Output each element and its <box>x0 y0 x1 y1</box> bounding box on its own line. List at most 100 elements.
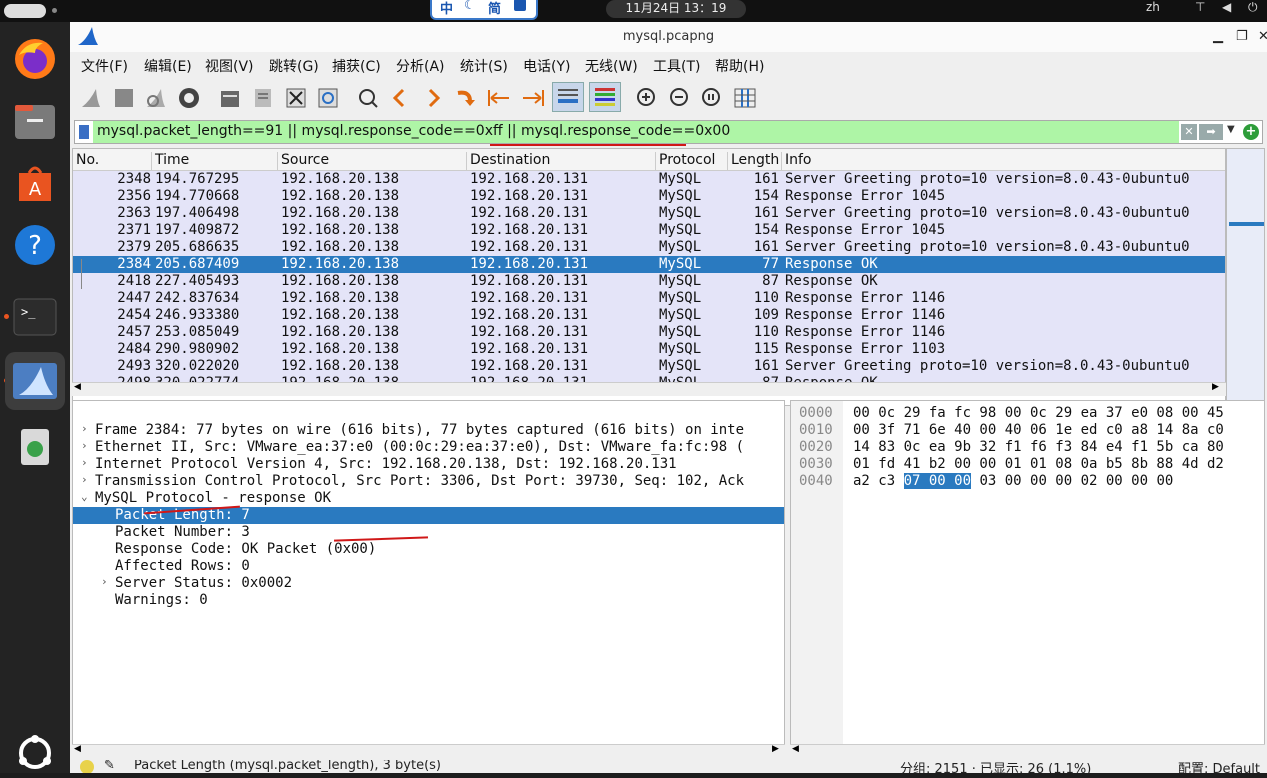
packet-row[interactable]: 2371 197.409872 192.168.20.138 192.168.20.1… <box>73 222 1225 239</box>
hex-bytes[interactable]: 01 fd 41 b2 00 00 01 01 08 0a b5 8b 88 4… <box>853 456 1224 472</box>
menu-view[interactable]: 视图(V) <box>205 56 254 76</box>
tree-expander-icon[interactable]: › <box>81 439 88 452</box>
ime-trash-icon[interactable] <box>514 0 526 11</box>
tree-expander-icon[interactable]: › <box>81 473 88 486</box>
wireshark-icon[interactable] <box>5 352 65 410</box>
hex-bytes[interactable]: a2 c3 07 00 00 03 00 00 00 02 00 00 00 <box>853 473 1173 489</box>
save-file-icon[interactable] <box>249 84 277 112</box>
show-apps-icon[interactable] <box>10 728 60 778</box>
colorize-icon[interactable] <box>589 82 621 112</box>
packet-row[interactable]: 2356 194.770668 192.168.20.138 192.168.20.1… <box>73 188 1225 205</box>
open-file-icon[interactable] <box>216 84 244 112</box>
hex-bytes[interactable]: 00 3f 71 6e 40 00 40 06 1e ed c0 a8 14 8… <box>853 422 1224 438</box>
network-icon[interactable]: ⊤ <box>1195 0 1205 14</box>
status-profile[interactable]: 配置: Default <box>1178 760 1260 773</box>
find-packet-icon[interactable] <box>354 84 382 112</box>
scroll-left-icon[interactable]: ◀ <box>74 744 81 754</box>
tree-expander-icon[interactable]: › <box>81 422 88 435</box>
tree-expander-icon[interactable]: ⌄ <box>81 490 88 503</box>
close-icon[interactable]: ✕ <box>1258 22 1267 52</box>
packet-list-horizontal-scrollbar[interactable]: ◀ ▶ <box>72 382 1226 396</box>
packet-row[interactable]: 2493 320.022020 192.168.20.138 192.168.20.1… <box>73 358 1225 375</box>
menu-telephony[interactable]: 电话(Y) <box>523 56 570 76</box>
detail-tree-item[interactable]: Warnings: 0 <box>73 592 784 609</box>
add-filter-button-icon[interactable]: + <box>1243 124 1259 140</box>
tree-expander-icon[interactable]: › <box>81 456 88 469</box>
hex-bytes[interactable]: 00 0c 29 fa fc 98 00 0c 29 ea 37 e0 08 0… <box>853 405 1224 421</box>
volume-icon[interactable]: ◀ <box>1222 0 1231 14</box>
display-filter-input[interactable]: mysql.packet_length==91 || mysql.respons… <box>97 123 730 139</box>
details-horizontal-scrollbar[interactable]: ◀ ▶ <box>72 744 785 758</box>
menu-file[interactable]: 文件(F) <box>81 56 128 76</box>
clock[interactable]: 11月24日 13：19 <box>606 0 746 18</box>
packet-row[interactable]: 2379 205.686635 192.168.20.138 192.168.20.1… <box>73 239 1225 256</box>
go-forward-icon[interactable] <box>419 84 447 112</box>
packet-row[interactable]: 2484 290.980902 192.168.20.138 192.168.20.1… <box>73 341 1225 358</box>
packet-list-minimap-scrollbar[interactable] <box>1226 148 1265 406</box>
packet-row[interactable]: 2348 194.767295 192.168.20.138 192.168.20.1… <box>73 171 1225 188</box>
help-icon[interactable]: ? <box>10 220 60 270</box>
close-file-icon[interactable] <box>282 84 310 112</box>
menu-statistics[interactable]: 统计(S) <box>460 56 508 76</box>
menu-help[interactable]: 帮助(H) <box>715 56 764 76</box>
packet-row[interactable]: 2384 205.687409 192.168.20.138 192.168.20.1… <box>73 256 1225 273</box>
detail-tree-item[interactable]: › Server Status: 0x0002 <box>73 575 784 592</box>
trash-icon[interactable] <box>10 420 60 470</box>
start-capture-icon[interactable] <box>77 84 105 112</box>
menu-go[interactable]: 跳转(G) <box>269 56 319 76</box>
go-to-packet-icon[interactable] <box>451 84 479 112</box>
restart-capture-icon[interactable] <box>142 84 170 112</box>
reload-file-icon[interactable] <box>314 84 342 112</box>
scroll-left-icon[interactable]: ◀ <box>792 744 799 754</box>
detail-tree-item[interactable]: › Frame 2384: 77 bytes on wire (616 bits)… <box>73 422 784 439</box>
resize-columns-icon[interactable] <box>731 84 759 112</box>
language-indicator[interactable]: zh <box>1146 0 1160 14</box>
normal-size-icon[interactable] <box>698 84 726 112</box>
detail-tree-item[interactable]: › Ethernet II, Src: VMware_ea:37:e0 (00:0… <box>73 439 784 456</box>
scroll-right-icon[interactable]: ▶ <box>772 744 779 754</box>
detail-tree-item[interactable]: › Internet Protocol Version 4, Src: 192.1… <box>73 456 784 473</box>
edit-comment-icon[interactable]: ✎ <box>104 760 115 773</box>
bytes-horizontal-scrollbar[interactable]: ◀ <box>790 744 1265 758</box>
menu-tools[interactable]: 工具(T) <box>653 56 700 76</box>
apply-filter-icon[interactable]: ➡ <box>1199 124 1223 140</box>
restore-icon[interactable]: ❐ <box>1236 22 1248 52</box>
expert-info-icon[interactable] <box>80 760 94 773</box>
detail-tree-item[interactable]: ⌄ MySQL Protocol - response OK <box>73 490 784 507</box>
menu-analyze[interactable]: 分析(A) <box>396 56 445 76</box>
menu-capture[interactable]: 捕获(C) <box>332 56 381 76</box>
tree-expander-icon[interactable]: › <box>101 575 108 588</box>
hex-bytes[interactable]: 14 83 0c ea 9b 32 f1 f6 f3 84 e4 f1 5b c… <box>853 439 1224 455</box>
packet-row[interactable]: 2418 227.405493 192.168.20.138 192.168.20.1… <box>73 273 1225 290</box>
zoom-in-icon[interactable] <box>633 84 661 112</box>
activities-button[interactable] <box>4 4 46 18</box>
stop-capture-icon[interactable] <box>110 84 138 112</box>
firefox-icon[interactable] <box>10 34 60 84</box>
packet-row[interactable]: 2447 242.837634 192.168.20.138 192.168.20.1… <box>73 290 1225 307</box>
menu-edit[interactable]: 编辑(E) <box>144 56 192 76</box>
detail-tree-item[interactable]: Response Code: OK Packet (0x00) <box>73 541 784 558</box>
scroll-left-icon[interactable]: ◀ <box>74 382 81 392</box>
last-packet-icon[interactable] <box>519 84 547 112</box>
detail-tree-item[interactable]: Packet Number: 3 <box>73 524 784 541</box>
capture-options-icon[interactable] <box>175 84 203 112</box>
packet-row[interactable]: 2363 197.406498 192.168.20.138 192.168.20.1… <box>73 205 1225 222</box>
packet-row[interactable]: 2454 246.933380 192.168.20.138 192.168.20.1… <box>73 307 1225 324</box>
packet-row[interactable]: 2457 253.085049 192.168.20.138 192.168.20.1… <box>73 324 1225 341</box>
go-back-icon[interactable] <box>386 84 414 112</box>
detail-tree-item[interactable]: Affected Rows: 0 <box>73 558 784 575</box>
detail-tree-item[interactable]: › Transmission Control Protocol, Src Port… <box>73 473 784 490</box>
terminal-icon[interactable]: >_ <box>10 292 60 342</box>
minimize-icon[interactable]: ▁ <box>1213 22 1223 52</box>
first-packet-icon[interactable] <box>485 84 513 112</box>
files-icon[interactable] <box>10 96 60 146</box>
bookmark-icon[interactable] <box>79 125 89 139</box>
zoom-out-icon[interactable] <box>666 84 694 112</box>
clear-filter-icon[interactable]: ✕ <box>1181 124 1197 140</box>
auto-scroll-icon[interactable] <box>552 82 584 112</box>
app-center-icon[interactable]: A <box>10 158 60 208</box>
filter-history-chevron-down-icon[interactable]: ▼ <box>1227 124 1235 135</box>
input-method-popup[interactable]: 中 ☾ 简 <box>430 0 538 20</box>
power-icon[interactable]: ⏻ <box>1248 0 1258 15</box>
scroll-right-icon[interactable]: ▶ <box>1212 382 1219 392</box>
